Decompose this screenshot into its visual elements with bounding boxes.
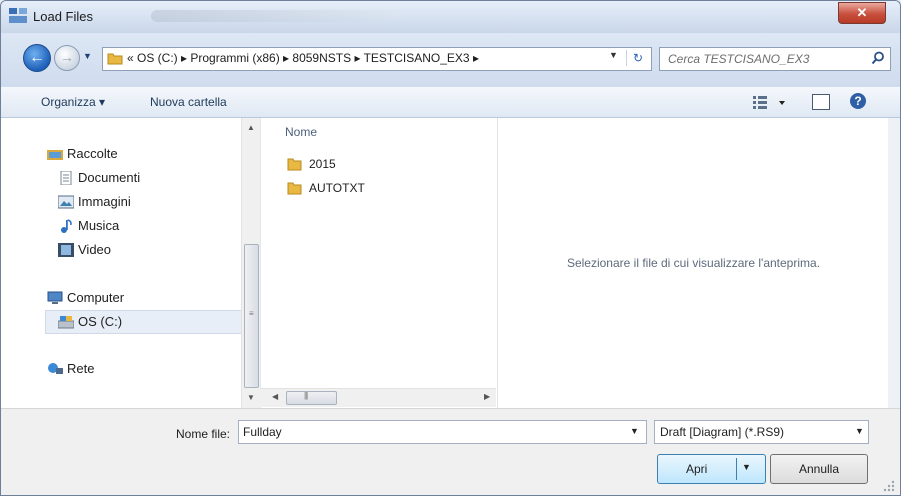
folder-icon bbox=[287, 182, 302, 195]
blurred-title-region bbox=[151, 10, 401, 22]
search-input[interactable]: Cerca TESTCISANO_EX3 bbox=[659, 47, 891, 71]
split-divider bbox=[736, 458, 737, 480]
scroll-thumb[interactable]: ||| bbox=[286, 391, 337, 405]
video-icon bbox=[58, 243, 74, 257]
address-bar[interactable]: « OS (C:) ▸ Programmi (x86) ▸ 8059NSTS ▸… bbox=[102, 47, 652, 71]
breadcrumb[interactable]: « OS (C:) ▸ Programmi (x86) ▸ 8059NSTS ▸… bbox=[127, 51, 479, 65]
command-toolbar: Organizza ▾ Nuova cartella ? bbox=[1, 87, 900, 118]
filename-field[interactable]: Fullday ▼ bbox=[238, 420, 647, 444]
view-options-icon[interactable] bbox=[751, 93, 789, 111]
pictures-icon bbox=[58, 195, 74, 209]
window-title: Load Files bbox=[33, 9, 93, 24]
nav-scrollbar[interactable]: ▲ ≡ ▼ bbox=[241, 118, 260, 408]
title-bar[interactable]: Load Files ✕ bbox=[1, 1, 900, 33]
grip-icon: ||| bbox=[304, 391, 308, 400]
footer-panel: Nome file: Fullday ▼ Draft [Diagram] (*.… bbox=[1, 408, 900, 495]
forward-arrow-icon: → bbox=[60, 49, 74, 65]
back-arrow-icon: ← bbox=[29, 49, 45, 66]
window-edge bbox=[888, 118, 900, 408]
chevron-down-icon[interactable]: ▼ bbox=[630, 426, 639, 436]
forward-button[interactable]: → bbox=[54, 45, 80, 71]
load-files-dialog: Load Files ✕ ← → ▼ « OS (C:) ▸ Programmi… bbox=[0, 0, 901, 496]
new-folder-button[interactable]: Nuova cartella bbox=[150, 95, 227, 109]
scroll-left-icon[interactable]: ◀ bbox=[272, 392, 278, 401]
horizontal-scrollbar[interactable]: ◀ ||| ▶ bbox=[260, 388, 496, 407]
address-dropdown-icon[interactable]: ▼ bbox=[609, 50, 618, 60]
grip-icon: ≡ bbox=[249, 309, 254, 318]
network-icon bbox=[48, 363, 63, 374]
chevron-down-icon[interactable]: ▼ bbox=[742, 462, 751, 472]
refresh-icon: ↻ bbox=[632, 51, 644, 65]
preview-pane: Selezionare il file di cui visualizzare … bbox=[497, 118, 889, 408]
app-icon bbox=[9, 8, 27, 23]
documents-icon bbox=[60, 171, 72, 185]
folder-icon bbox=[107, 53, 123, 65]
scroll-right-icon[interactable]: ▶ bbox=[484, 392, 490, 401]
scroll-down-icon[interactable]: ▼ bbox=[247, 393, 255, 402]
filetype-value: Draft [Diagram] (*.RS9) bbox=[660, 425, 785, 439]
filetype-select[interactable]: Draft [Diagram] (*.RS9) ▼ bbox=[654, 420, 869, 444]
drive-icon bbox=[58, 316, 74, 329]
column-header-name[interactable]: Nome bbox=[285, 125, 317, 139]
search-icon[interactable] bbox=[871, 51, 885, 65]
navigation-pane: Raccolte Documenti Immagini Musica Video… bbox=[1, 118, 243, 408]
libraries-icon bbox=[47, 150, 63, 160]
help-icon[interactable]: ? bbox=[850, 93, 866, 109]
preview-pane-icon[interactable] bbox=[812, 94, 830, 110]
preview-message: Selezionare il file di cui visualizzare … bbox=[566, 256, 821, 270]
refresh-button[interactable]: ↻ bbox=[626, 50, 649, 66]
folder-icon bbox=[287, 158, 302, 171]
music-icon bbox=[61, 219, 72, 233]
organize-menu[interactable]: Organizza ▾ bbox=[41, 95, 105, 109]
address-row: ← → ▼ « OS (C:) ▸ Programmi (x86) ▸ 8059… bbox=[1, 33, 900, 87]
open-button[interactable]: Apri ▼ bbox=[657, 454, 766, 484]
resize-grip-icon[interactable] bbox=[882, 479, 896, 493]
back-button[interactable]: ← bbox=[23, 44, 51, 72]
chevron-down-icon[interactable]: ▼ bbox=[855, 426, 864, 436]
filename-label: Nome file: bbox=[176, 427, 231, 441]
cancel-button[interactable]: Annulla bbox=[770, 454, 868, 484]
scroll-thumb[interactable]: ≡ bbox=[244, 244, 259, 388]
search-placeholder: Cerca TESTCISANO_EX3 bbox=[668, 52, 810, 66]
computer-icon bbox=[47, 291, 63, 304]
close-button[interactable]: ✕ bbox=[838, 2, 886, 24]
scroll-up-icon[interactable]: ▲ bbox=[247, 123, 255, 132]
file-list: Nome 2015 AUTOTXT bbox=[260, 118, 497, 408]
selected-highlight bbox=[45, 310, 243, 334]
filename-value[interactable]: Fullday bbox=[243, 425, 282, 439]
history-dropdown-icon[interactable]: ▼ bbox=[83, 51, 93, 61]
